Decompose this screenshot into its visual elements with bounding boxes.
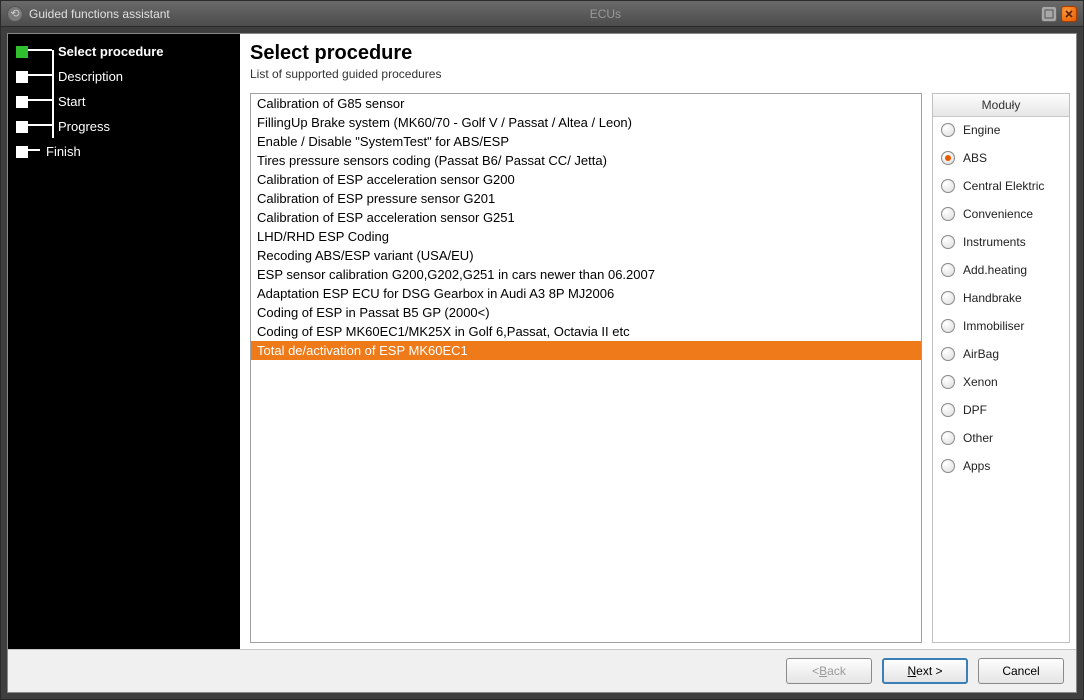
procedure-item[interactable]: Total de/activation of ESP MK60EC1 — [251, 341, 921, 360]
app-icon: ⟲ — [7, 6, 23, 22]
procedure-item[interactable]: Calibration of ESP acceleration sensor G… — [251, 208, 921, 227]
radio-icon — [941, 375, 955, 389]
cancel-button[interactable]: Cancel — [978, 658, 1064, 684]
step-label: Select procedure — [58, 44, 164, 59]
close-button[interactable] — [1061, 6, 1077, 22]
page-title: Select procedure — [250, 42, 1070, 65]
module-radio-item[interactable]: Xenon — [941, 375, 1061, 389]
step-marker-icon — [16, 146, 28, 158]
modules-panel: Moduły Engine ABS Central Elektric Convenie… — [932, 93, 1070, 643]
module-label: Handbrake — [963, 291, 1022, 305]
module-radio-item[interactable]: AirBag — [941, 347, 1061, 361]
procedure-item[interactable]: Adaptation ESP ECU for DSG Gearbox in Au… — [251, 284, 921, 303]
procedure-item[interactable]: Tires pressure sensors coding (Passat B6… — [251, 151, 921, 170]
module-radio-item[interactable]: Other — [941, 431, 1061, 445]
module-radio-item[interactable]: Instruments — [941, 235, 1061, 249]
procedure-item[interactable]: Recoding ABS/ESP variant (USA/EU) — [251, 246, 921, 265]
module-radio-item[interactable]: Apps — [941, 459, 1061, 473]
module-label: Immobiliser — [963, 319, 1024, 333]
minimize-button[interactable] — [1041, 6, 1057, 22]
radio-icon — [941, 347, 955, 361]
radio-icon — [941, 263, 955, 277]
radio-icon — [941, 319, 955, 333]
step-label: Description — [58, 69, 123, 84]
modules-header: Moduły — [933, 94, 1069, 117]
module-radio-item[interactable]: Central Elektric — [941, 179, 1061, 193]
module-radio-item[interactable]: ABS — [941, 151, 1061, 165]
module-label: Apps — [963, 459, 990, 473]
content-panel: Select procedure List of supported guide… — [240, 34, 1076, 649]
module-label: AirBag — [963, 347, 999, 361]
window-title: Guided functions assistant — [29, 7, 170, 21]
module-radio-item[interactable]: Add.heating — [941, 263, 1061, 277]
procedure-item[interactable]: LHD/RHD ESP Coding — [251, 227, 921, 246]
radio-icon — [941, 123, 955, 137]
wizard-step[interactable]: Select procedure — [16, 44, 232, 59]
procedure-item[interactable]: Calibration of ESP pressure sensor G201 — [251, 189, 921, 208]
procedure-item[interactable]: Coding of ESP in Passat B5 GP (2000<) — [251, 303, 921, 322]
procedure-item[interactable]: Coding of ESP MK60EC1/MK25X in Golf 6,Pa… — [251, 322, 921, 341]
module-label: Xenon — [963, 375, 998, 389]
procedure-item[interactable]: Calibration of ESP acceleration sensor G… — [251, 170, 921, 189]
procedure-item[interactable]: Enable / Disable "SystemTest" for ABS/ES… — [251, 132, 921, 151]
step-marker-icon — [16, 46, 28, 58]
step-label: Finish — [46, 144, 81, 159]
procedure-item[interactable]: Calibration of G85 sensor — [251, 94, 921, 113]
procedure-item[interactable]: FillingUp Brake system (MK60/70 - Golf V… — [251, 113, 921, 132]
procedure-item[interactable]: ESP sensor calibration G200,G202,G251 in… — [251, 265, 921, 284]
radio-icon — [941, 431, 955, 445]
step-marker-icon — [16, 96, 28, 108]
step-label: Start — [58, 94, 85, 109]
radio-icon — [941, 235, 955, 249]
next-button[interactable]: Next > — [882, 658, 968, 684]
module-radio-item[interactable]: Immobiliser — [941, 319, 1061, 333]
module-label: Central Elektric — [963, 179, 1044, 193]
wizard-step[interactable]: Finish — [16, 144, 232, 159]
module-label: DPF — [963, 403, 987, 417]
page-subtitle: List of supported guided procedures — [250, 67, 1070, 81]
module-label: Other — [963, 431, 993, 445]
titlebar: ⟲ Guided functions assistant ECUs — [1, 1, 1083, 27]
titlebar-center-label: ECUs — [170, 7, 1041, 21]
module-radio-item[interactable]: DPF — [941, 403, 1061, 417]
module-label: Convenience — [963, 207, 1033, 221]
radio-icon — [941, 179, 955, 193]
wizard-footer: < Back Next > Cancel — [8, 649, 1076, 692]
step-label: Progress — [58, 119, 110, 134]
back-button[interactable]: < Back — [786, 658, 872, 684]
app-window: ⟲ Guided functions assistant ECUs Select… — [0, 0, 1084, 700]
inner-panel: Select procedure Description Start Progress… — [7, 33, 1077, 693]
procedure-list[interactable]: Calibration of G85 sensorFillingUp Brake… — [250, 93, 922, 643]
module-label: ABS — [963, 151, 987, 165]
module-radio-item[interactable]: Convenience — [941, 207, 1061, 221]
module-label: Instruments — [963, 235, 1026, 249]
module-radio-item[interactable]: Engine — [941, 123, 1061, 137]
radio-icon — [941, 459, 955, 473]
wizard-sidebar: Select procedure Description Start Progress… — [8, 34, 240, 649]
body-area: Select procedure Description Start Progress… — [1, 27, 1083, 699]
module-label: Add.heating — [963, 263, 1027, 277]
module-radio-item[interactable]: Handbrake — [941, 291, 1061, 305]
radio-icon — [941, 207, 955, 221]
wizard-step[interactable]: Start — [16, 94, 232, 109]
radio-icon — [941, 151, 955, 165]
wizard-step[interactable]: Description — [16, 69, 232, 84]
module-label: Engine — [963, 123, 1000, 137]
radio-icon — [941, 403, 955, 417]
step-marker-icon — [16, 71, 28, 83]
wizard-step[interactable]: Progress — [16, 119, 232, 134]
step-marker-icon — [16, 121, 28, 133]
radio-icon — [941, 291, 955, 305]
